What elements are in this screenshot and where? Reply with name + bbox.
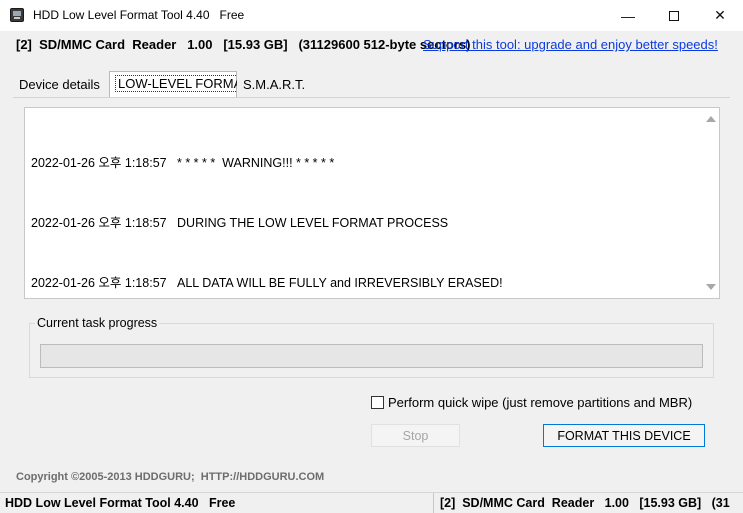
status-bar: HDD Low Level Format Tool 4.40 Free [2] … — [0, 492, 743, 513]
tab-smart[interactable]: S.M.A.R.T. — [237, 73, 315, 96]
format-device-button[interactable]: FORMAT THIS DEVICE — [543, 424, 705, 447]
close-button[interactable]: ✕ — [697, 0, 743, 31]
title-bar: HDD Low Level Format Tool 4.40 Free — ✕ — [0, 0, 743, 31]
maximize-button[interactable] — [651, 0, 697, 31]
quick-wipe-checkbox[interactable] — [371, 396, 384, 409]
log-line: 2022-01-26 오후 1:18:57 DURING THE LOW LEV… — [31, 216, 449, 230]
log-box[interactable]: 2022-01-26 오후 1:18:57 * * * * * WARNING!… — [24, 107, 720, 299]
status-device-info: [2] SD/MMC Card Reader 1.00 [15.93 GB] (… — [440, 496, 730, 510]
progress-group-label: Current task progress — [35, 316, 160, 330]
stop-button[interactable]: Stop — [371, 424, 460, 447]
scroll-down-arrow-icon[interactable] — [706, 284, 716, 290]
maximize-icon — [669, 10, 679, 21]
tab-low-level-format[interactable]: LOW-LEVEL FORMAT — [109, 71, 253, 97]
log-line: 2022-01-26 오후 1:18:57 ALL DATA WILL BE F… — [31, 276, 503, 290]
minimize-icon: — — [621, 7, 635, 24]
hdd-app-icon — [10, 8, 24, 22]
log-lines: 2022-01-26 오후 1:18:57 * * * * * WARNING!… — [31, 113, 503, 333]
window-title: HDD Low Level Format Tool 4.40 Free — [33, 8, 245, 22]
progress-group: Current task progress — [29, 316, 714, 378]
quick-wipe-label: Perform quick wipe (just remove partitio… — [388, 395, 693, 410]
status-app-name: HDD Low Level Format Tool 4.40 Free — [5, 496, 236, 510]
tab-device-details[interactable]: Device details — [13, 73, 109, 96]
tab-low-level-format-label: LOW-LEVEL FORMAT — [114, 75, 253, 92]
copyright-text: Copyright ©2005-2013 HDDGURU; HTTP://HDD… — [16, 471, 325, 483]
log-scrollbar[interactable] — [702, 108, 719, 298]
device-info: [2] SD/MMC Card Reader 1.00 [15.93 GB] (… — [16, 37, 471, 52]
minimize-button[interactable]: — — [605, 0, 651, 31]
support-link[interactable]: Support this tool: upgrade and enjoy bet… — [423, 37, 718, 52]
quick-wipe-option[interactable]: Perform quick wipe (just remove partitio… — [371, 395, 692, 410]
task-progress-bar — [40, 344, 703, 368]
status-divider — [433, 493, 434, 513]
log-line: 2022-01-26 오후 1:18:57 * * * * * WARNING!… — [31, 156, 335, 170]
scroll-up-arrow-icon[interactable] — [706, 116, 716, 122]
close-icon: ✕ — [714, 7, 726, 23]
